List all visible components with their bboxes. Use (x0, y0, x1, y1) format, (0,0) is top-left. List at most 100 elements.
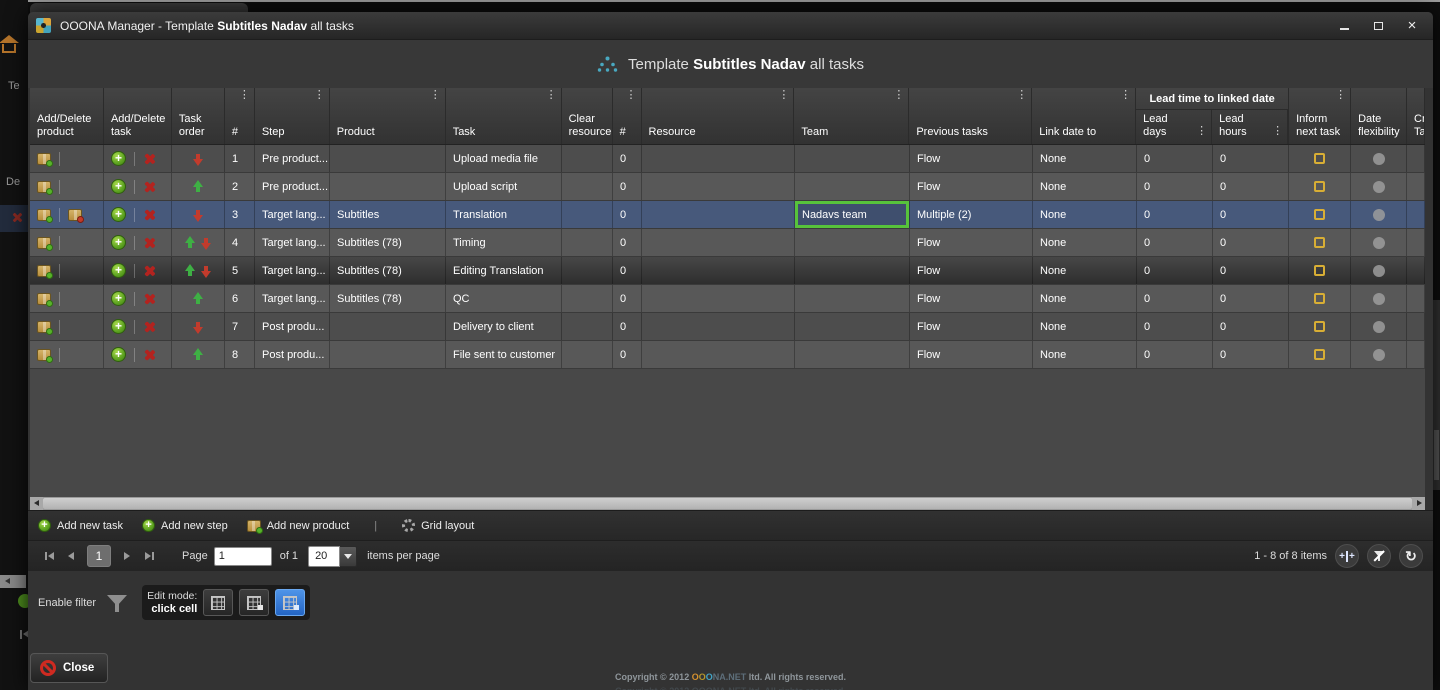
cell-task[interactable]: Translation (446, 201, 562, 228)
move-down-icon[interactable] (193, 152, 204, 166)
cell-task[interactable]: Upload media file (446, 145, 562, 172)
cell-date_flex[interactable] (1351, 341, 1407, 368)
cell-prev[interactable]: Multiple (2) (910, 201, 1033, 228)
add-task-icon[interactable] (111, 263, 126, 278)
cell-num[interactable]: 3 (225, 201, 255, 228)
cell-clear[interactable] (562, 313, 613, 340)
cell-inform[interactable] (1289, 229, 1351, 256)
date-flexibility-indicator[interactable] (1373, 209, 1385, 221)
cell-prev[interactable]: Flow (910, 229, 1033, 256)
add-product-icon[interactable] (37, 265, 51, 277)
table-row[interactable]: 5Target lang...Subtitles (78)Editing Tra… (30, 257, 1425, 285)
cell-prev[interactable]: Flow (910, 341, 1033, 368)
cell-lead_hours[interactable]: 0 (1213, 145, 1289, 172)
cell-link[interactable]: None (1033, 201, 1137, 228)
maximize-button[interactable] (1365, 16, 1391, 36)
cell-critical[interactable] (1407, 341, 1425, 368)
cell-step[interactable]: Target lang... (255, 285, 330, 312)
date-flexibility-indicator[interactable] (1373, 265, 1385, 277)
cell-link[interactable]: None (1033, 341, 1137, 368)
cell-product[interactable] (330, 145, 446, 172)
cell-step[interactable]: Post produ... (255, 313, 330, 340)
cell-critical[interactable] (1407, 285, 1425, 312)
cell-product[interactable]: Subtitles (330, 201, 446, 228)
page-size-select[interactable]: 20 (308, 546, 340, 567)
date-flexibility-indicator[interactable] (1373, 181, 1385, 193)
cell-step[interactable]: Target lang... (255, 229, 330, 256)
cell-inform[interactable] (1289, 173, 1351, 200)
column-menu-icon[interactable]: ⋮ (314, 89, 325, 102)
cell-date_flex[interactable] (1351, 173, 1407, 200)
cell-num[interactable]: 4 (225, 229, 255, 256)
header-cell-lead_hours[interactable]: Lead hours⋮ (1212, 110, 1288, 144)
cell-task_order[interactable] (172, 229, 225, 256)
cell-task[interactable]: Upload script (446, 173, 562, 200)
cell-task[interactable]: QC (446, 285, 562, 312)
cell-critical[interactable] (1407, 201, 1425, 228)
delete-task-icon[interactable] (143, 153, 155, 165)
header-cell-lead_days[interactable]: Lead days⋮ (1136, 110, 1212, 144)
move-up-icon[interactable] (193, 348, 204, 362)
add-product-icon[interactable] (37, 237, 51, 249)
grid-layout-button[interactable]: Grid layout (402, 519, 474, 532)
cell-product[interactable] (330, 313, 446, 340)
cell-link[interactable]: None (1033, 229, 1137, 256)
cell-num[interactable]: 7 (225, 313, 255, 340)
cell-add_del_task[interactable] (104, 229, 172, 256)
cell-add_del_product[interactable] (30, 145, 104, 172)
column-menu-icon[interactable]: ⋮ (546, 89, 557, 102)
cell-add_del_product[interactable] (30, 201, 104, 228)
add-task-icon[interactable] (111, 151, 126, 166)
date-flexibility-indicator[interactable] (1373, 153, 1385, 165)
cell-critical[interactable] (1407, 313, 1425, 340)
cell-team[interactable] (795, 145, 910, 172)
cell-team[interactable] (795, 313, 910, 340)
cell-lead_days[interactable]: 0 (1137, 173, 1213, 200)
cell-task[interactable]: Timing (446, 229, 562, 256)
cell-lead_days[interactable]: 0 (1137, 257, 1213, 284)
cell-num[interactable]: 8 (225, 341, 255, 368)
scroll-left-arrow[interactable] (30, 497, 43, 510)
header-cell-step[interactable]: ⋮Step (255, 88, 330, 144)
cell-inform[interactable] (1289, 313, 1351, 340)
scrollbar-thumb[interactable] (43, 498, 1412, 509)
cell-team[interactable] (795, 341, 910, 368)
previous-page-button[interactable] (60, 546, 82, 566)
delete-task-icon[interactable] (143, 349, 155, 361)
cell-add_del_task[interactable] (104, 201, 172, 228)
cell-resource[interactable] (642, 145, 795, 172)
inform-next-task-checkbox[interactable] (1314, 237, 1325, 248)
move-down-icon[interactable] (201, 264, 212, 278)
cell-num2[interactable]: 0 (613, 145, 642, 172)
next-page-button[interactable] (116, 546, 138, 566)
cell-step[interactable]: Target lang... (255, 257, 330, 284)
header-cell-team[interactable]: ⋮Team (794, 88, 909, 144)
inform-next-task-checkbox[interactable] (1314, 209, 1325, 220)
cell-add_del_product[interactable] (30, 341, 104, 368)
cell-num2[interactable]: 0 (613, 201, 642, 228)
cell-date_flex[interactable] (1351, 257, 1407, 284)
cell-add_del_product[interactable] (30, 229, 104, 256)
cell-inform[interactable] (1289, 201, 1351, 228)
cell-lead_hours[interactable]: 0 (1213, 285, 1289, 312)
column-menu-icon[interactable]: ⋮ (1196, 125, 1207, 138)
add-new-product-button[interactable]: Add new product (247, 520, 350, 532)
cell-add_del_product[interactable] (30, 173, 104, 200)
cell-num2[interactable]: 0 (613, 285, 642, 312)
inform-next-task-checkbox[interactable] (1314, 153, 1325, 164)
delete-task-icon[interactable] (143, 181, 155, 193)
column-menu-icon[interactable]: ⋮ (1016, 89, 1027, 102)
move-down-icon[interactable] (193, 208, 204, 222)
cell-inform[interactable] (1289, 257, 1351, 284)
table-row[interactable]: 1Pre product...Upload media file0FlowNon… (30, 145, 1425, 173)
column-menu-icon[interactable]: ⋮ (1272, 125, 1283, 138)
cell-num2[interactable]: 0 (613, 229, 642, 256)
page-size-caret-button[interactable] (340, 546, 357, 567)
add-task-icon[interactable] (111, 179, 126, 194)
date-flexibility-indicator[interactable] (1373, 349, 1385, 361)
cell-add_del_task[interactable] (104, 173, 172, 200)
cell-critical[interactable] (1407, 229, 1425, 256)
column-menu-icon[interactable]: ⋮ (1335, 89, 1346, 102)
cell-clear[interactable] (562, 285, 613, 312)
cell-prev[interactable]: Flow (910, 313, 1033, 340)
